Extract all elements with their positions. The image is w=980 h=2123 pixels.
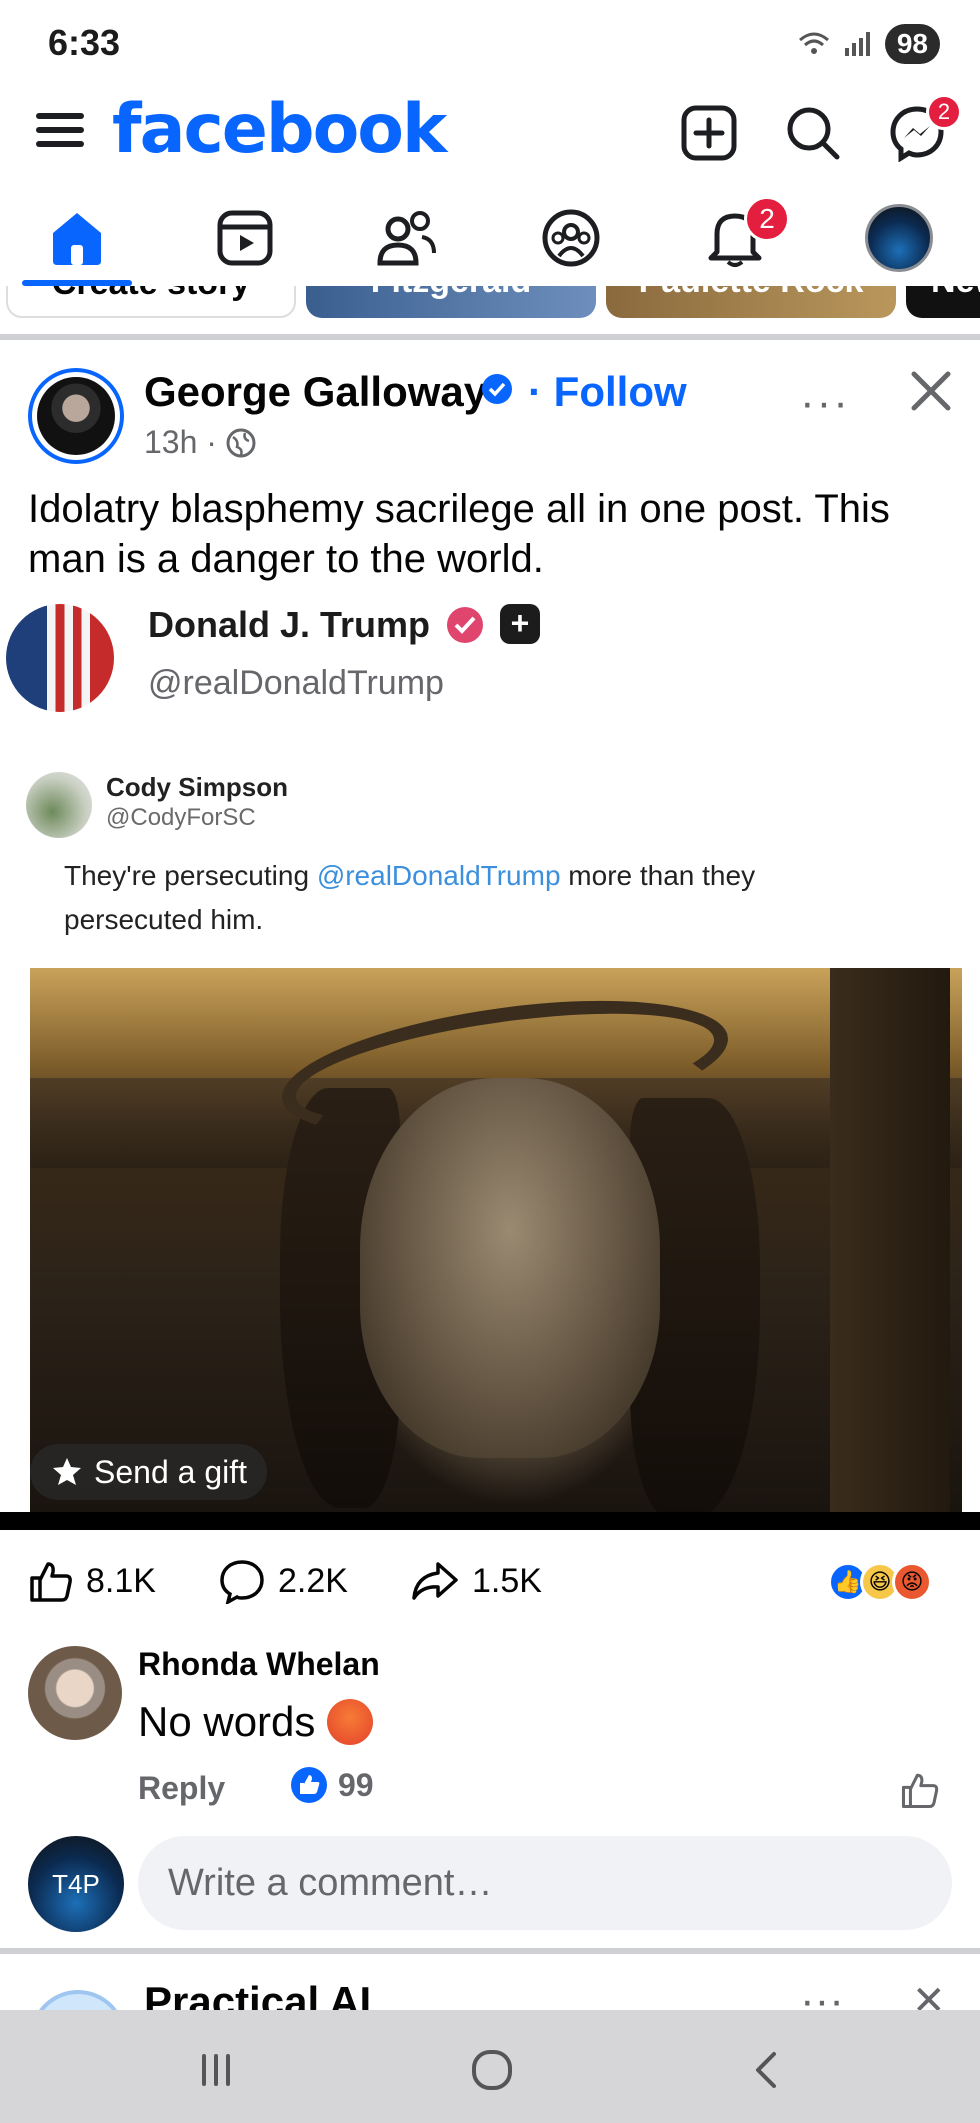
close-icon[interactable] [906, 366, 956, 416]
search-button[interactable] [780, 100, 846, 166]
tab-video[interactable] [190, 190, 300, 286]
more-icon[interactable]: ··· [800, 378, 850, 428]
create-story-card[interactable]: Create story [6, 286, 296, 318]
next-post-avatar[interactable] [30, 1990, 126, 2010]
recent-apps-button[interactable] [186, 2040, 246, 2100]
angry-reaction-icon: 😡 [892, 1562, 932, 1602]
groups-icon [542, 209, 600, 267]
share-count: 1.5K [472, 1561, 542, 1600]
follow-separator: · [528, 368, 542, 415]
globe-icon [226, 428, 256, 457]
commenter-avatar[interactable] [28, 1646, 122, 1740]
like-button[interactable]: 8.1K [28, 1558, 156, 1604]
close-icon[interactable]: ✕ [912, 1978, 946, 2010]
back-icon [756, 2052, 776, 2088]
post-author[interactable]: George Galloway [144, 368, 487, 416]
home-circle-icon [472, 2050, 512, 2090]
post-text: Idolatry blasphemy sacrilege all in one … [28, 487, 890, 581]
signal-icon [844, 32, 870, 56]
embed-handle: @realDonaldTrump [148, 664, 444, 702]
post-header: George Galloway · Follow 13h · ··· [0, 348, 980, 468]
post-image[interactable]: Donald J. Trump + @realDonaldTrump Cody … [0, 592, 980, 1512]
tab-friends[interactable] [352, 190, 462, 286]
status-bar: 6:33 98 [0, 0, 980, 86]
comment-input[interactable]: Write a comment… [138, 1836, 952, 1930]
tab-notifications[interactable]: 2 [680, 190, 790, 286]
like-icon[interactable] [900, 1770, 940, 1810]
tab-home[interactable] [22, 190, 132, 286]
commenter-name[interactable]: Rhonda Whelan [138, 1646, 380, 1683]
image-bottom-bar [0, 1512, 980, 1530]
tab-groups[interactable] [516, 190, 626, 286]
comment-likes[interactable]: 99 [290, 1766, 374, 1804]
plus-icon: + [500, 604, 540, 644]
my-avatar: T4P [28, 1836, 124, 1932]
embed-avatar [6, 604, 114, 712]
next-post-author[interactable]: Practical AI [144, 1978, 371, 2010]
comment-text: No words [138, 1698, 374, 1746]
post-meta: 13h · [144, 424, 257, 461]
app-header: facebook 2 [0, 86, 980, 186]
messenger-badge: 2 [926, 94, 962, 130]
wifi-icon [798, 32, 829, 54]
angry-emoji-icon [327, 1699, 374, 1745]
like-badge-icon [291, 1767, 327, 1803]
like-icon [30, 1562, 72, 1602]
comment-count: 2.2K [278, 1561, 348, 1600]
post-actions: 8.1K 2.2K 1.5K 👍 😆 😡 [0, 1550, 980, 1616]
like-count: 8.1K [86, 1561, 156, 1600]
share-icon [412, 1562, 458, 1600]
tab-profile-menu[interactable] [844, 190, 954, 286]
reply-button[interactable]: Reply [138, 1770, 225, 1807]
profile-avatar [865, 204, 933, 272]
create-post-button[interactable] [676, 100, 742, 166]
quoted-image [30, 968, 962, 1512]
notifications-badge: 2 [744, 196, 790, 242]
reaction-summary[interactable]: 👍 😆 😡 [828, 1562, 932, 1602]
send-gift-label: Send a gift [94, 1453, 247, 1490]
feed-divider [0, 1948, 980, 1954]
embed-name: Donald J. Trump [148, 604, 431, 645]
friends-icon [377, 211, 436, 266]
messenger-button[interactable]: 2 [884, 94, 962, 166]
video-icon [217, 210, 273, 266]
story-card[interactable]: Paulette Rock [606, 286, 896, 318]
story-card[interactable]: Fitzgerald [306, 286, 596, 318]
status-icons: 98 [797, 24, 940, 64]
quoted-avatar [26, 772, 92, 838]
main-tabs: 2 [0, 190, 980, 286]
story-card[interactable]: New [906, 286, 980, 318]
back-button[interactable] [736, 2040, 796, 2100]
author-avatar[interactable] [28, 368, 124, 464]
share-button[interactable]: 1.5K [410, 1558, 542, 1604]
quoted-handle: @CodyForSC [106, 804, 256, 831]
follow-button[interactable]: · Follow [528, 368, 687, 416]
post-time: 13h · [144, 424, 217, 460]
quoted-name: Cody Simpson [106, 772, 289, 802]
next-post: Practical AI ··· ✕ [0, 1956, 980, 2010]
send-gift-button[interactable]: Send a gift [30, 1444, 267, 1500]
home-icon [53, 213, 101, 265]
more-icon[interactable]: ··· [800, 1976, 844, 2010]
verified-icon [447, 607, 483, 643]
home-button[interactable] [462, 2040, 522, 2100]
plus-square-icon [681, 105, 737, 161]
menu-icon[interactable] [36, 106, 86, 162]
facebook-logo[interactable]: facebook [112, 90, 447, 169]
status-time: 6:33 [48, 22, 121, 63]
comment-icon [220, 1560, 264, 1604]
search-icon [787, 107, 840, 160]
comment-button[interactable]: 2.2K [218, 1558, 348, 1604]
stories-strip: Create story Fitzgerald Paulette Rock Ne… [0, 286, 980, 320]
recent-apps-icon [202, 2054, 230, 2086]
verified-icon [482, 374, 512, 404]
feed-divider [0, 334, 980, 340]
gift-icon [53, 1458, 81, 1485]
quoted-text: They're persecuting @realDonaldTrump mor… [64, 860, 756, 935]
system-nav-bar [0, 2010, 980, 2123]
follow-label: Follow [553, 368, 687, 415]
battery-indicator: 98 [884, 24, 940, 64]
